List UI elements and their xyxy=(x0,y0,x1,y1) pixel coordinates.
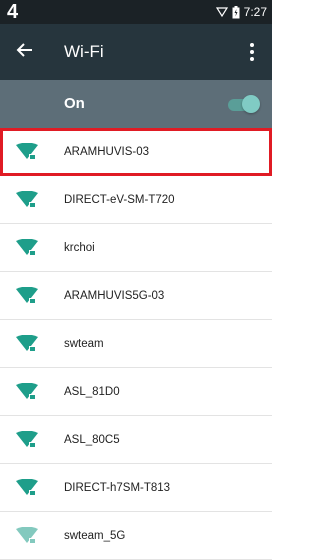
status-time: 7:27 xyxy=(243,5,267,19)
wifi-lock-icon xyxy=(16,431,38,448)
network-ssid: ARAMHUVIS5G-03 xyxy=(64,289,165,302)
network-item[interactable]: DIRECT-h7SM-T813 xyxy=(0,464,272,512)
wifi-switch-bar[interactable]: On xyxy=(0,80,272,128)
network-ssid: swteam_5G xyxy=(64,529,126,542)
network-list: ARAMHUVIS-03 DIRECT-eV-SM-T720 krchoi AR… xyxy=(0,128,272,560)
more-vert-icon[interactable] xyxy=(240,40,264,64)
arrow-back-icon[interactable] xyxy=(13,38,37,62)
network-item[interactable]: ASL_80C5 xyxy=(0,416,272,464)
page-title: Wi-Fi xyxy=(64,42,104,61)
wifi-lock-icon xyxy=(16,287,38,304)
network-item[interactable]: swteam xyxy=(0,320,272,368)
network-ssid: DIRECT-eV-SM-T720 xyxy=(64,193,175,206)
wifi-lock-icon xyxy=(16,143,38,160)
status-icons: 7:27 xyxy=(215,0,267,24)
wifi-toggle[interactable] xyxy=(224,94,260,114)
network-item-aramhuvis-03[interactable]: ARAMHUVIS-03 xyxy=(0,128,272,176)
network-ssid: ASL_80C5 xyxy=(64,433,120,446)
network-ssid: krchoi xyxy=(64,241,95,254)
wifi-lock-icon xyxy=(16,527,38,544)
status-number: 4 xyxy=(7,1,19,23)
wifi-lock-icon xyxy=(16,191,38,208)
wifi-switch-label: On xyxy=(64,95,85,112)
wifi-lock-icon xyxy=(16,383,38,400)
status-bar: 4 7:27 xyxy=(0,0,272,24)
network-item[interactable]: krchoi xyxy=(0,224,272,272)
wifi-lock-icon xyxy=(16,239,38,256)
network-item[interactable]: ASL_81D0 xyxy=(0,368,272,416)
network-item[interactable]: DIRECT-eV-SM-T720 xyxy=(0,176,272,224)
network-item[interactable]: swteam_5G xyxy=(0,512,272,560)
network-ssid: ARAMHUVIS-03 xyxy=(64,145,149,158)
wifi-lock-icon xyxy=(16,479,38,496)
signal-icon xyxy=(215,7,228,18)
network-ssid: ASL_81D0 xyxy=(64,385,120,398)
app-bar: Wi-Fi xyxy=(0,24,272,80)
network-ssid: swteam xyxy=(64,337,104,350)
toggle-thumb xyxy=(242,95,260,113)
battery-icon xyxy=(232,5,240,18)
network-item[interactable]: ARAMHUVIS5G-03 xyxy=(0,272,272,320)
wifi-lock-icon xyxy=(16,335,38,352)
